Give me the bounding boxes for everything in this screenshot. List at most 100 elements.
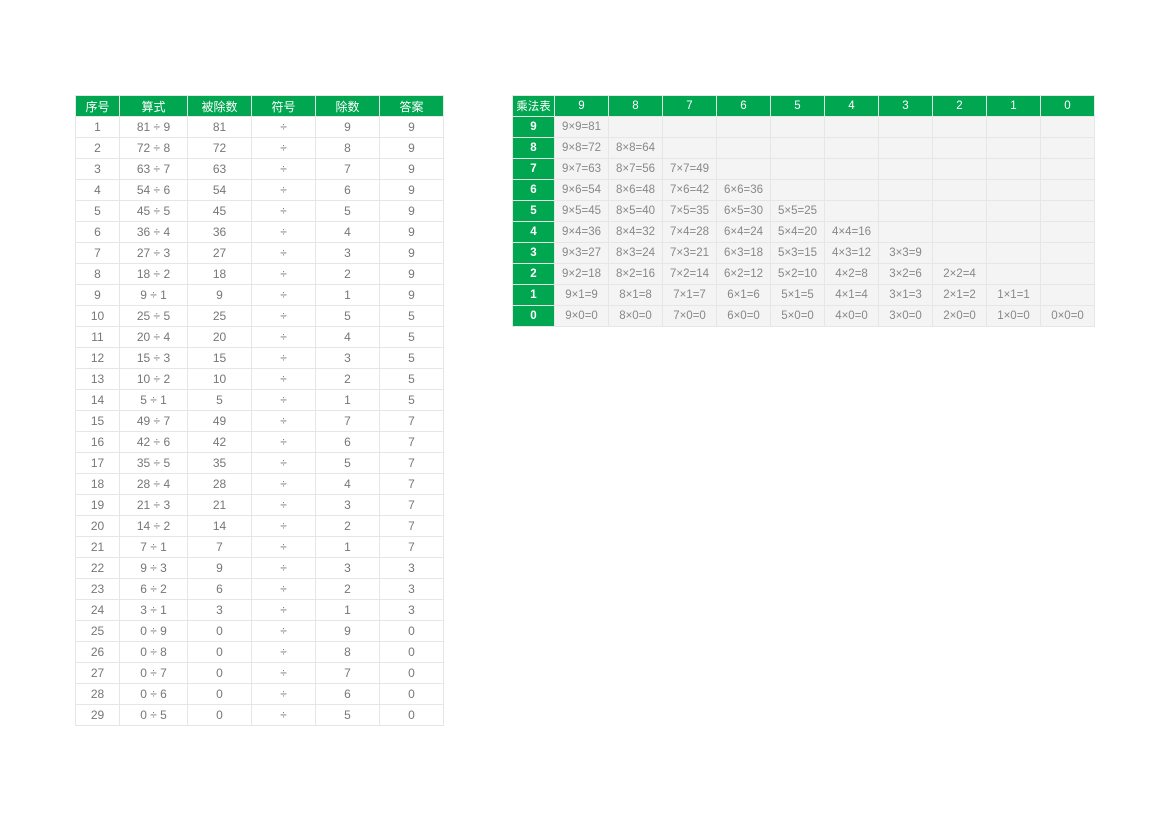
mult-col-header: 1 <box>987 96 1041 117</box>
table-row: 454 ÷ 654÷69 <box>76 180 444 201</box>
mult-cell <box>771 117 825 138</box>
div-cell-expr: 18 ÷ 2 <box>120 264 188 285</box>
div-cell-ans: 9 <box>380 138 444 159</box>
div-cell-sym: ÷ <box>252 180 316 201</box>
div-cell-divisor: 9 <box>316 117 380 138</box>
div-cell-idx: 24 <box>76 600 120 621</box>
div-cell-idx: 9 <box>76 285 120 306</box>
div-cell-ans: 9 <box>380 222 444 243</box>
mult-cell: 5×4=20 <box>771 222 825 243</box>
div-cell-divisor: 5 <box>316 201 380 222</box>
table-row: 09×0=08×0=07×0=06×0=05×0=04×0=03×0=02×0=… <box>513 306 1095 327</box>
div-cell-divisor: 1 <box>316 537 380 558</box>
div-cell-dividend: 45 <box>188 201 252 222</box>
mult-cell: 0×0=0 <box>1041 306 1095 327</box>
mult-cell <box>825 117 879 138</box>
div-cell-idx: 23 <box>76 579 120 600</box>
div-cell-ans: 9 <box>380 180 444 201</box>
div-cell-idx: 10 <box>76 306 120 327</box>
mult-cell <box>987 264 1041 285</box>
div-cell-dividend: 9 <box>188 558 252 579</box>
div-cell-sym: ÷ <box>252 621 316 642</box>
div-cell-idx: 16 <box>76 432 120 453</box>
mult-cell <box>1041 201 1095 222</box>
div-cell-ans: 0 <box>380 684 444 705</box>
mult-cell: 9×7=63 <box>555 159 609 180</box>
div-cell-divisor: 2 <box>316 369 380 390</box>
div-cell-divisor: 2 <box>316 264 380 285</box>
div-cell-expr: 49 ÷ 7 <box>120 411 188 432</box>
mult-cell: 7×7=49 <box>663 159 717 180</box>
div-cell-sym: ÷ <box>252 411 316 432</box>
mult-corner: 乘法表 <box>513 96 555 117</box>
mult-row-header: 5 <box>513 201 555 222</box>
div-cell-expr: 15 ÷ 3 <box>120 348 188 369</box>
div-cell-dividend: 10 <box>188 369 252 390</box>
div-cell-ans: 9 <box>380 201 444 222</box>
div-cell-expr: 28 ÷ 4 <box>120 474 188 495</box>
div-cell-dividend: 72 <box>188 138 252 159</box>
div-cell-sym: ÷ <box>252 642 316 663</box>
mult-cell <box>825 138 879 159</box>
mult-cell <box>1041 285 1095 306</box>
table-row: 1549 ÷ 749÷77 <box>76 411 444 432</box>
table-row: 1921 ÷ 321÷37 <box>76 495 444 516</box>
div-cell-sym: ÷ <box>252 117 316 138</box>
mult-cell: 7×6=42 <box>663 180 717 201</box>
div-cell-dividend: 20 <box>188 327 252 348</box>
mult-cell: 9×5=45 <box>555 201 609 222</box>
mult-cell: 8×3=24 <box>609 243 663 264</box>
div-cell-sym: ÷ <box>252 558 316 579</box>
table-row: 217 ÷ 17÷17 <box>76 537 444 558</box>
div-cell-sym: ÷ <box>252 348 316 369</box>
mult-cell: 2×0=0 <box>933 306 987 327</box>
mult-cell: 7×1=7 <box>663 285 717 306</box>
mult-cell <box>987 180 1041 201</box>
table-row: 181 ÷ 981÷99 <box>76 117 444 138</box>
mult-cell: 9×4=36 <box>555 222 609 243</box>
mult-cell: 4×1=4 <box>825 285 879 306</box>
table-row: 99×9=81 <box>513 117 1095 138</box>
div-cell-expr: 9 ÷ 1 <box>120 285 188 306</box>
div-th-dividend: 被除数 <box>188 96 252 117</box>
mult-cell <box>879 201 933 222</box>
div-cell-dividend: 14 <box>188 516 252 537</box>
div-cell-dividend: 18 <box>188 264 252 285</box>
div-cell-ans: 5 <box>380 327 444 348</box>
mult-row-header: 2 <box>513 264 555 285</box>
mult-cell <box>987 222 1041 243</box>
mult-cell <box>1041 138 1095 159</box>
mult-col-header: 9 <box>555 96 609 117</box>
div-cell-sym: ÷ <box>252 579 316 600</box>
div-cell-ans: 0 <box>380 663 444 684</box>
div-cell-divisor: 6 <box>316 432 380 453</box>
div-cell-ans: 9 <box>380 243 444 264</box>
mult-cell: 5×3=15 <box>771 243 825 264</box>
div-cell-ans: 7 <box>380 516 444 537</box>
table-row: 59×5=458×5=407×5=356×5=305×5=25 <box>513 201 1095 222</box>
div-cell-dividend: 35 <box>188 453 252 474</box>
mult-cell: 4×0=0 <box>825 306 879 327</box>
div-cell-ans: 5 <box>380 390 444 411</box>
div-cell-sym: ÷ <box>252 201 316 222</box>
div-cell-idx: 14 <box>76 390 120 411</box>
mult-cell: 6×0=0 <box>717 306 771 327</box>
mult-cell: 1×0=0 <box>987 306 1041 327</box>
table-row: 1642 ÷ 642÷67 <box>76 432 444 453</box>
div-cell-dividend: 27 <box>188 243 252 264</box>
div-cell-sym: ÷ <box>252 663 316 684</box>
table-row: 243 ÷ 13÷13 <box>76 600 444 621</box>
div-cell-sym: ÷ <box>252 369 316 390</box>
mult-row-header: 7 <box>513 159 555 180</box>
mult-cell: 3×0=0 <box>879 306 933 327</box>
div-cell-divisor: 8 <box>316 138 380 159</box>
div-cell-dividend: 3 <box>188 600 252 621</box>
div-cell-idx: 25 <box>76 621 120 642</box>
div-cell-sym: ÷ <box>252 243 316 264</box>
mult-cell: 3×3=9 <box>879 243 933 264</box>
div-cell-sym: ÷ <box>252 705 316 726</box>
div-cell-divisor: 7 <box>316 159 380 180</box>
table-row: 636 ÷ 436÷49 <box>76 222 444 243</box>
div-cell-expr: 3 ÷ 1 <box>120 600 188 621</box>
div-cell-dividend: 42 <box>188 432 252 453</box>
